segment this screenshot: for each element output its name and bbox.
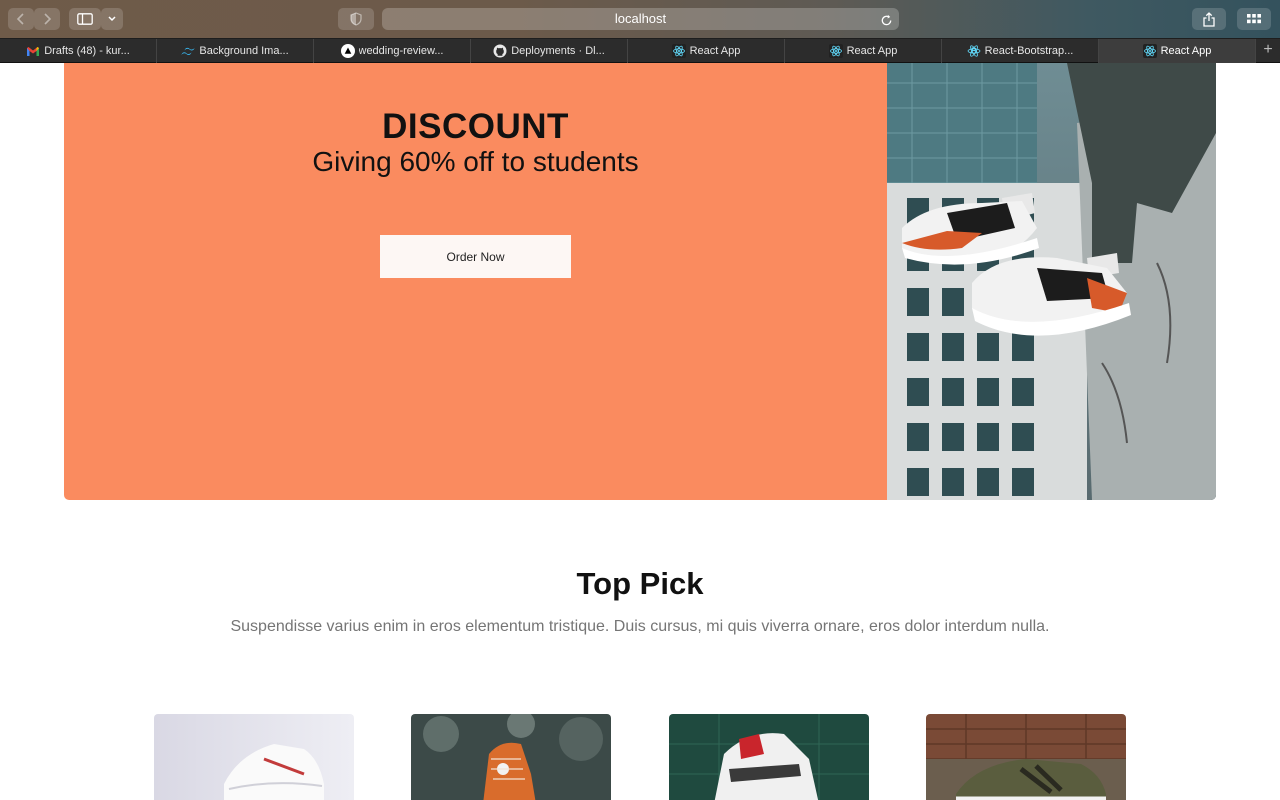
react-bootstrap-icon: B <box>967 44 981 58</box>
github-icon <box>493 44 507 58</box>
orange-high-top-photo <box>411 714 611 800</box>
reload-icon[interactable] <box>880 12 893 34</box>
chevron-down-icon <box>108 16 116 22</box>
tab-label: React App <box>689 45 741 57</box>
red-white-sneaker-photo <box>669 714 869 800</box>
product-card-white-sneaker[interactable] <box>154 714 354 800</box>
order-now-button[interactable]: Order Now <box>380 235 571 278</box>
banner-text-panel: DISCOUNT Giving 60% off to students Orde… <box>64 63 887 500</box>
banner-title: DISCOUNT <box>382 107 569 146</box>
tab-label: Deployments · Dl... <box>511 45 605 57</box>
vercel-icon <box>340 44 355 58</box>
grid-icon <box>1247 14 1261 24</box>
react-icon <box>1142 44 1157 58</box>
tab-react-app-1[interactable]: React App <box>628 39 785 63</box>
url-text: localhost <box>614 11 667 26</box>
tab-react-app-2[interactable]: React App <box>785 39 942 63</box>
top-pick-heading: Top Pick <box>576 566 704 601</box>
tab-gmail[interactable]: Drafts (48) - kur... <box>0 39 157 63</box>
new-tab-button[interactable]: + <box>1256 39 1280 63</box>
product-card-olive-new-balance[interactable] <box>926 714 1126 800</box>
address-bar[interactable]: localhost <box>382 8 899 30</box>
svg-text:B: B <box>971 47 977 56</box>
tab-overview-dropdown[interactable] <box>101 8 123 30</box>
sidebar-toggle-button[interactable] <box>69 8 101 30</box>
page-viewport: DISCOUNT Giving 60% off to students Orde… <box>0 63 1280 800</box>
react-icon <box>828 44 843 58</box>
tab-label: wedding-review... <box>358 45 444 57</box>
tab-github[interactable]: Deployments · Dl... <box>471 39 628 63</box>
tab-bar: Drafts (48) - kur... Background Ima... w… <box>0 38 1280 63</box>
react-icon <box>671 44 686 58</box>
tab-label: React App <box>846 45 898 57</box>
top-pick-description: Suspendisse varius enim in eros elementu… <box>230 618 1050 635</box>
tab-tailwind[interactable]: Background Ima... <box>157 39 314 63</box>
white-sneaker-photo <box>154 714 354 800</box>
back-button[interactable] <box>8 8 34 30</box>
tab-label: React-Bootstrap... <box>984 45 1074 57</box>
discount-banner: DISCOUNT Giving 60% off to students Orde… <box>64 63 1216 500</box>
chevron-left-icon <box>16 13 24 25</box>
tab-label: Background Ima... <box>199 45 289 57</box>
tab-overview-button[interactable] <box>1237 8 1271 30</box>
tab-react-bootstrap[interactable]: B React-Bootstrap... <box>942 39 1099 63</box>
sidebar-icon <box>77 13 93 25</box>
tab-react-app-active[interactable]: React App <box>1099 39 1256 63</box>
browser-toolbar: localhost <box>0 0 1280 38</box>
tailwind-icon <box>181 44 195 58</box>
chevron-right-icon <box>44 13 52 25</box>
tab-label: Drafts (48) - kur... <box>44 45 130 57</box>
product-card-red-white-sneaker[interactable] <box>669 714 869 800</box>
banner-subtitle: Giving 60% off to students <box>312 146 639 177</box>
share-button[interactable] <box>1192 8 1226 30</box>
forward-button[interactable] <box>34 8 60 30</box>
tab-label: React App <box>1160 45 1212 57</box>
olive-new-balance-photo <box>926 714 1126 800</box>
gmail-icon <box>26 44 40 58</box>
tab-vercel[interactable]: wedding-review... <box>314 39 471 63</box>
product-card-orange-high-top[interactable] <box>411 714 611 800</box>
shield-icon <box>350 12 362 26</box>
sneakers-on-ledge-photo <box>887 63 1216 500</box>
share-icon <box>1203 11 1215 27</box>
privacy-report-button[interactable] <box>338 8 374 30</box>
